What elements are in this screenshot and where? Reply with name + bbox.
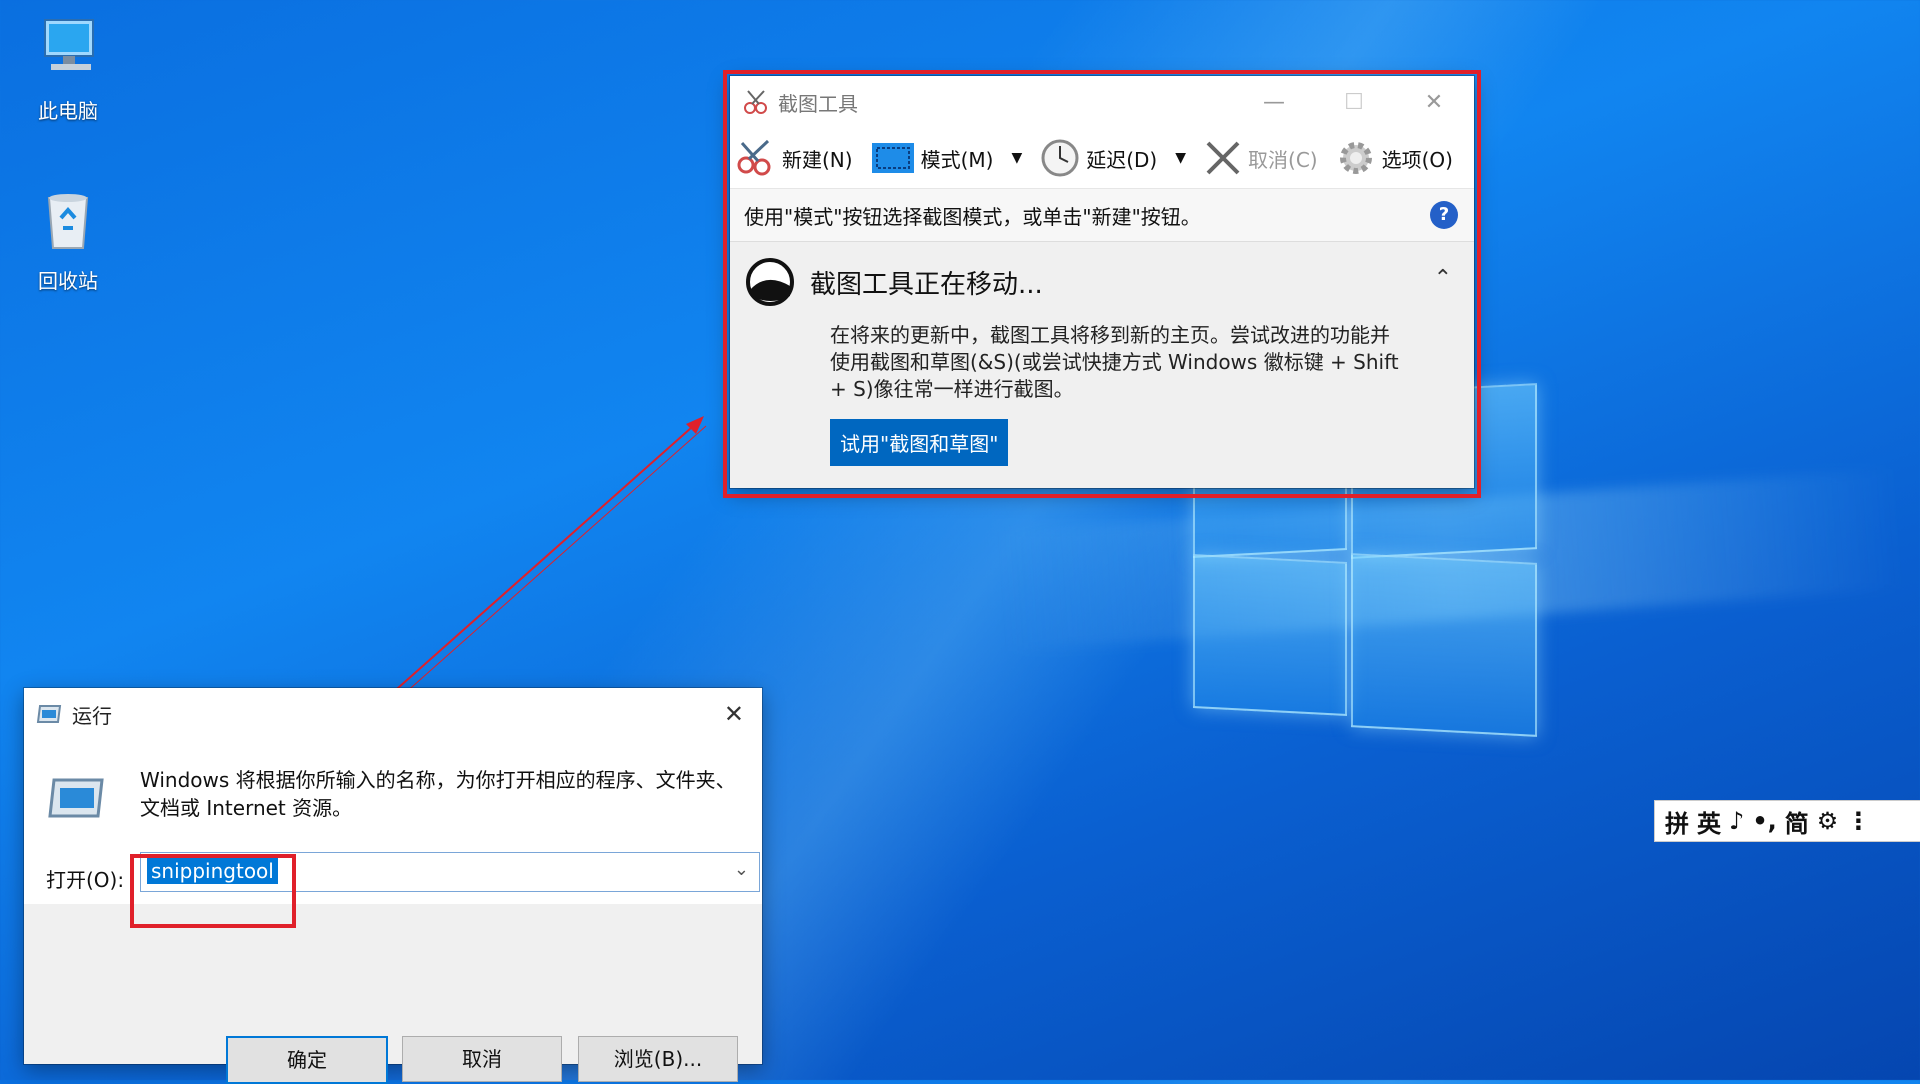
ime-moon-icon[interactable]: ♪ (1729, 807, 1744, 835)
ime-toolbar: 拼 英 ♪ •, 简 ⚙ ⋮ (1654, 800, 1920, 842)
run-titlebar[interactable]: 运行 ✕ (24, 688, 762, 740)
run-icon (36, 705, 62, 723)
ime-settings-icon[interactable]: ⚙ (1817, 807, 1839, 835)
ime-more-icon[interactable]: ⋮ (1846, 807, 1870, 835)
ime-simplified-icon[interactable]: 简 (1785, 804, 1809, 839)
chevron-down-icon[interactable]: ⌄ (734, 859, 749, 880)
ime-punctuation-icon[interactable]: •, (1752, 807, 1776, 835)
highlight-box-input (130, 854, 296, 928)
ime-english-icon[interactable]: 英 (1697, 804, 1721, 839)
cancel-button[interactable]: 取消 (402, 1036, 562, 1082)
run-program-icon (48, 778, 104, 818)
ok-button[interactable]: 确定 (226, 1036, 388, 1084)
run-description: Windows 将根据你所输入的名称，为你打开相应的程序、文件夹、文档或 Int… (140, 768, 736, 820)
highlight-box-snipping-tool (723, 70, 1481, 498)
browse-button[interactable]: 浏览(B)... (578, 1036, 738, 1082)
close-icon[interactable]: ✕ (724, 700, 744, 728)
open-label: 打开(O): (46, 868, 125, 892)
window-title: 运行 (72, 703, 112, 728)
ime-pinyin-icon[interactable]: 拼 (1665, 804, 1689, 839)
